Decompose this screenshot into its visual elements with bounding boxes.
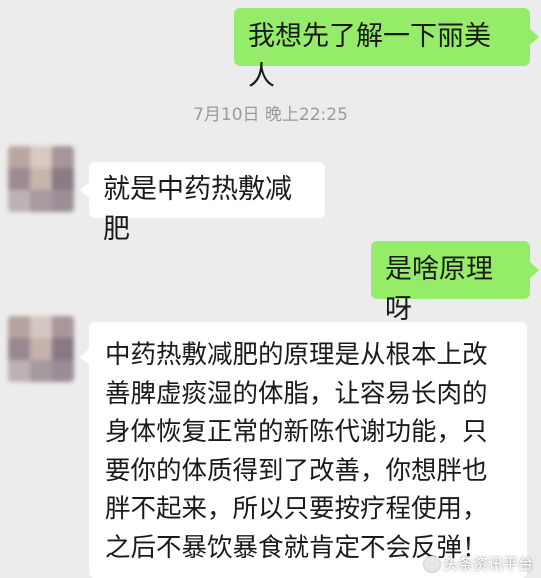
bubble-tail	[530, 29, 539, 45]
outgoing-message-bubble[interactable]: 我想先了解一下丽美人	[234, 8, 530, 92]
bubble-tail	[80, 182, 89, 198]
watermark: 头条资讯平台	[423, 553, 533, 574]
message-text: 中药热敷减肥的原理是从根本上改 善脾虚痰湿的体脂，让容易长肉的 身体恢复正常的新…	[105, 340, 488, 563]
message-text: 我想先了解一下丽美人	[248, 21, 491, 92]
bubble-tail	[80, 349, 89, 365]
timestamp: 7月10日 晚上22:25	[193, 105, 348, 125]
chat-window: 我想先了解一下丽美人 7月10日 晚上22:25 就是中药热敷减肥 是啥原理呀	[0, 0, 541, 578]
message-text: 是啥原理呀	[385, 254, 493, 325]
message-text: 就是中药热敷减肥	[103, 174, 292, 245]
bubble-tail	[530, 262, 539, 278]
platform-logo-icon	[423, 555, 440, 572]
contact-avatar[interactable]	[8, 316, 74, 382]
contact-avatar[interactable]	[8, 146, 74, 212]
watermark-text: 头条资讯平台	[442, 555, 533, 573]
incoming-message-bubble[interactable]: 中药热敷减肥的原理是从根本上改 善脾虚痰湿的体脂，让容易长肉的 身体恢复正常的新…	[89, 322, 527, 578]
outgoing-message-bubble[interactable]: 是啥原理呀	[371, 241, 530, 325]
incoming-message-bubble[interactable]: 就是中药热敷减肥	[89, 162, 325, 245]
